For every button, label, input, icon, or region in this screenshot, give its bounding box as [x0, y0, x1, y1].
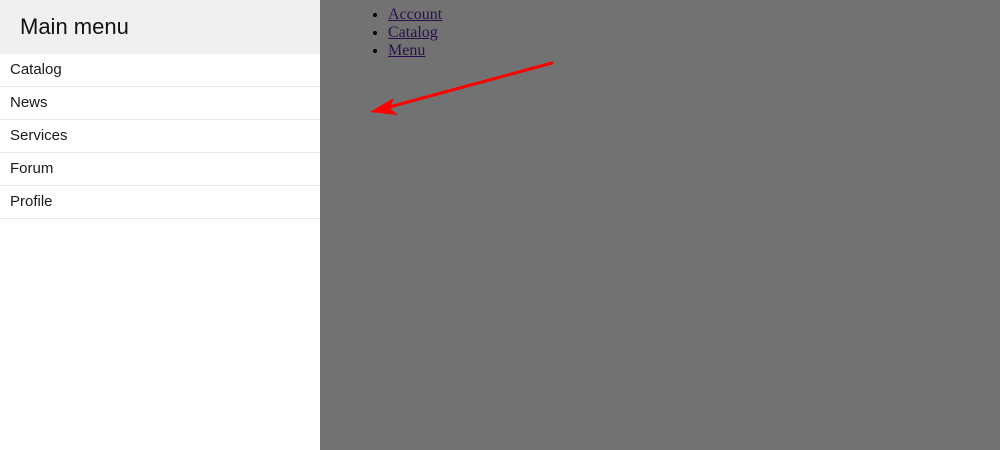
catalog-link[interactable]: Catalog	[388, 24, 438, 41]
page-link-item: Account	[388, 6, 442, 24]
page-link-item: Catalog	[388, 24, 442, 42]
red-arrow-icon	[370, 61, 554, 115]
menu-item-forum[interactable]: Forum	[0, 153, 320, 186]
drawer-menu: Catalog News Services Forum Profile	[0, 54, 320, 219]
account-link[interactable]: Account	[388, 6, 442, 23]
menu-item-services[interactable]: Services	[0, 120, 320, 153]
side-drawer: Main menu Catalog News Services Forum Pr…	[0, 0, 320, 450]
drawer-header: Main menu	[0, 0, 320, 54]
page-link-list: Account Catalog Menu	[348, 6, 442, 60]
drawer-title: Main menu	[20, 14, 129, 39]
menu-item-catalog[interactable]: Catalog	[0, 54, 320, 87]
menu-item-news[interactable]: News	[0, 87, 320, 120]
menu-item-profile[interactable]: Profile	[0, 186, 320, 219]
